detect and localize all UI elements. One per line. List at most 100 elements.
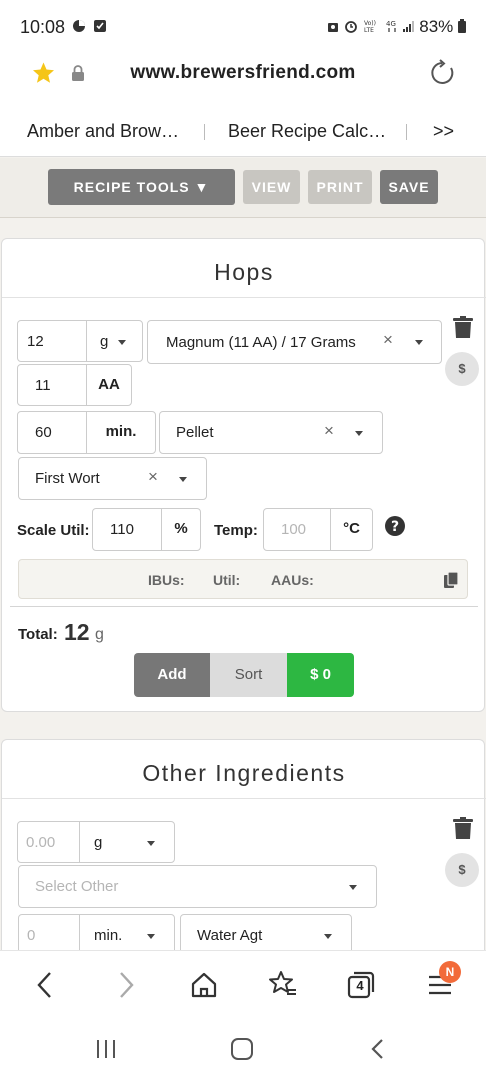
hop-use-select[interactable]: First Wort ×: [18, 457, 207, 500]
hop-form-value: Pellet: [176, 424, 214, 441]
chevron-down-icon: [118, 340, 126, 345]
save-button[interactable]: SAVE: [380, 170, 438, 204]
svg-text:LTE: LTE: [364, 27, 374, 33]
recipe-tools-button[interactable]: RECIPE TOOLS ▼: [48, 169, 235, 205]
clear-icon[interactable]: ×: [324, 421, 334, 441]
view-button[interactable]: VIEW: [243, 170, 300, 204]
message-icon: [94, 20, 106, 32]
divider: [2, 798, 486, 799]
browser-bottom-nav: 4 N: [0, 950, 486, 1020]
tab-strip: Amber and Brow… Beer Recipe Calc… >>: [0, 107, 486, 157]
scale-util-label: Scale Util:: [17, 522, 90, 539]
hop-form-select[interactable]: Pellet ×: [159, 411, 383, 454]
lock-screen-icon: [328, 23, 338, 32]
scale-util-input[interactable]: 110: [92, 508, 162, 551]
clear-icon[interactable]: ×: [383, 330, 393, 350]
tab-amber-and-brown[interactable]: Amber and Brow…: [27, 121, 179, 142]
help-icon[interactable]: ?: [385, 516, 405, 536]
reload-icon[interactable]: [429, 59, 457, 87]
alpha-acid-input[interactable]: 11: [17, 364, 87, 406]
aaus-label: AAUs:: [271, 572, 314, 588]
other-unit-value: g: [94, 834, 103, 851]
other-unit-select[interactable]: g: [79, 821, 175, 863]
hop-variety-value: Magnum (11 AA) / 17 Grams: [166, 334, 356, 351]
chevron-down-icon: [147, 841, 155, 846]
tab-beer-recipe-calc[interactable]: Beer Recipe Calc…: [228, 121, 386, 142]
4g-icon: 4G: [386, 20, 396, 32]
notification-badge: N: [439, 961, 461, 983]
home-button-icon[interactable]: [230, 1037, 254, 1061]
recent-apps-icon[interactable]: [95, 1038, 117, 1060]
total-unit: g: [95, 626, 104, 643]
total-value: 12: [64, 619, 90, 645]
forward-icon[interactable]: [116, 971, 136, 999]
copy-icon[interactable]: [444, 572, 458, 588]
home-icon[interactable]: [190, 971, 218, 999]
boil-time-value: 60: [35, 424, 52, 441]
temp-label: Temp:: [214, 522, 258, 539]
svg-text:Vo)): Vo)): [364, 20, 376, 27]
hop-amount-value: 12: [27, 333, 44, 350]
temp-unit: °C: [330, 508, 373, 551]
hop-use-value: First Wort: [35, 470, 100, 487]
other-amount-placeholder: 0.00: [26, 834, 56, 851]
other-amount-input[interactable]: 0.00: [17, 821, 80, 863]
hop-cost-button[interactable]: $ 0: [287, 653, 354, 697]
alpha-acid-value: 11: [35, 377, 51, 394]
scale-util-value: 110: [110, 521, 134, 538]
clear-icon[interactable]: ×: [148, 467, 158, 487]
cost-toggle-button[interactable]: $: [445, 352, 479, 386]
hop-variety-select[interactable]: Magnum (11 AA) / 17 Grams ×: [147, 320, 442, 364]
svg-text:4G: 4G: [386, 20, 396, 28]
scale-util-unit: %: [161, 508, 201, 551]
more-tabs-button[interactable]: >>: [433, 121, 454, 142]
battery-icon: [458, 19, 466, 33]
sort-hops-button[interactable]: Sort: [210, 653, 287, 697]
system-back-icon[interactable]: [370, 1038, 386, 1060]
data-saver-icon: [73, 20, 85, 32]
other-ingredients-title: Other Ingredients: [142, 760, 346, 786]
chevron-down-icon: [147, 934, 155, 939]
alpha-acid-addon: AA: [86, 364, 132, 406]
chevron-down-icon: [355, 431, 363, 436]
url-bar: www.brewersfriend.com: [0, 52, 486, 107]
chevron-down-icon: [415, 340, 423, 345]
alarm-icon: [345, 21, 357, 33]
volte-icon: Vo))LTE: [364, 20, 376, 33]
cost-toggle-button[interactable]: $: [445, 853, 479, 887]
hop-unit-select[interactable]: g: [86, 320, 143, 362]
add-hop-button[interactable]: Add: [134, 653, 210, 697]
signal-icon: [403, 21, 414, 32]
back-icon[interactable]: [35, 971, 55, 999]
temp-input[interactable]: 100: [263, 508, 331, 551]
hops-card: Hops 12 g Magnum (11 AA) / 17 Grams × $ 1…: [1, 238, 486, 712]
chevron-down-icon: [349, 885, 357, 890]
boil-time-unit: min.: [86, 411, 156, 454]
boil-time-input[interactable]: 60: [17, 411, 87, 454]
chevron-down-icon: [179, 477, 187, 482]
total-label: Total:: [18, 626, 58, 643]
divider: [10, 606, 478, 607]
other-ingredient-select[interactable]: Select Other: [18, 865, 377, 908]
tab-count: 4: [356, 978, 364, 993]
other-time-placeholder: 0: [27, 927, 36, 944]
status-time: 10:08: [20, 17, 66, 37]
trash-icon[interactable]: [453, 316, 473, 338]
status-bar: 10:08 Vo)) LTE 4G 83%: [0, 0, 486, 52]
print-button[interactable]: PRINT: [308, 170, 372, 204]
temp-placeholder: 100: [281, 521, 307, 538]
other-time-unit-value: min.: [94, 927, 123, 944]
system-nav-bar: [0, 1020, 486, 1080]
bookmarks-icon[interactable]: [268, 969, 298, 999]
battery-level: 83%: [419, 17, 466, 37]
hop-unit-value: g: [100, 333, 109, 350]
url-text[interactable]: www.brewersfriend.com: [0, 62, 486, 84]
hops-title: Hops: [214, 259, 274, 285]
chevron-down-icon: [324, 934, 332, 939]
other-use-value: Water Agt: [197, 927, 263, 944]
hop-amount-input[interactable]: 12: [17, 320, 87, 362]
trash-icon[interactable]: [453, 817, 473, 839]
battery-percent: 83%: [419, 17, 454, 36]
hop-stats-bar: IBUs: Util: AAUs:: [18, 559, 468, 599]
util-label: Util:: [213, 572, 241, 588]
